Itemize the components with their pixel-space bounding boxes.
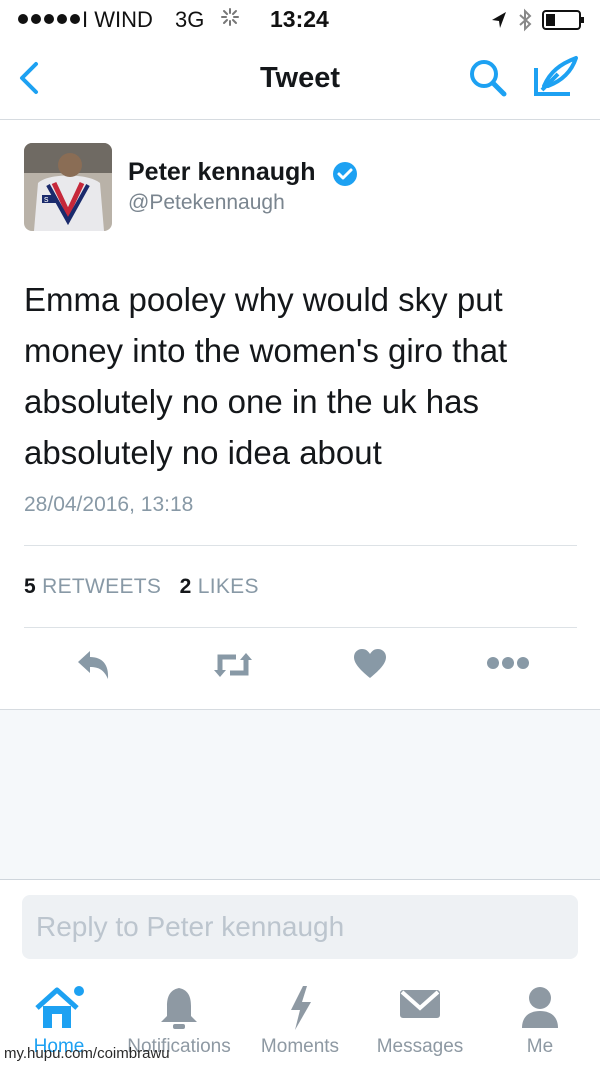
battery-icon (542, 9, 586, 36)
tweet-stats: 5 RETWEETS 2 LIKES (24, 575, 259, 599)
retweets-count[interactable]: 5 (24, 575, 36, 598)
more-options-icon[interactable] (486, 655, 530, 676)
tweet-timestamp: 28/04/2016, 13:18 (24, 493, 194, 516)
author-name[interactable]: Peter kennaugh (128, 158, 316, 187)
svg-text:s: s (44, 194, 49, 204)
avatar[interactable]: s (24, 143, 112, 231)
network-type: 3G (175, 7, 205, 32)
tab-moments[interactable]: Moments (240, 970, 360, 1065)
compose-button[interactable] (532, 54, 580, 105)
person-icon (520, 984, 560, 1037)
tweet-text: Emma pooley why would sky put money into… (24, 281, 508, 471)
author-handle[interactable]: @Petekennaugh (128, 191, 285, 215)
divider (24, 545, 577, 546)
tab-label: Moments (260, 1036, 340, 1057)
page-title: Tweet (259, 62, 341, 94)
carrier-name: I WIND (82, 7, 153, 32)
likes-label[interactable]: LIKES (198, 575, 259, 598)
signal-strength-icon (18, 14, 80, 24)
activity-spinner-icon (220, 7, 240, 32)
divider (24, 627, 577, 628)
likes-count[interactable]: 2 (180, 575, 192, 598)
location-arrow-icon (490, 10, 508, 35)
lightning-icon (285, 984, 315, 1037)
retweet-button[interactable] (212, 648, 254, 687)
like-button[interactable] (353, 648, 387, 685)
tab-label: Me (526, 1036, 554, 1057)
tab-label: Messages (376, 1036, 464, 1057)
watermark-text: my.hupu.com/coimbrawu (4, 1045, 170, 1062)
empty-replies-area (0, 709, 600, 880)
clock: 13:24 (270, 6, 329, 32)
search-button[interactable] (466, 56, 510, 105)
bluetooth-icon (518, 8, 532, 37)
home-icon (33, 984, 85, 1037)
envelope-icon (398, 984, 442, 1029)
tab-me[interactable]: Me (480, 970, 600, 1065)
status-bar: I WIND 3G 13:24 (0, 0, 600, 40)
verified-badge-icon (332, 161, 358, 192)
tab-messages[interactable]: Messages (360, 970, 480, 1065)
reply-button[interactable] (74, 648, 112, 687)
nav-bar: Tweet (0, 40, 600, 120)
retweets-label[interactable]: RETWEETS (42, 575, 161, 598)
reply-input[interactable] (22, 895, 578, 959)
bell-icon (159, 984, 199, 1037)
